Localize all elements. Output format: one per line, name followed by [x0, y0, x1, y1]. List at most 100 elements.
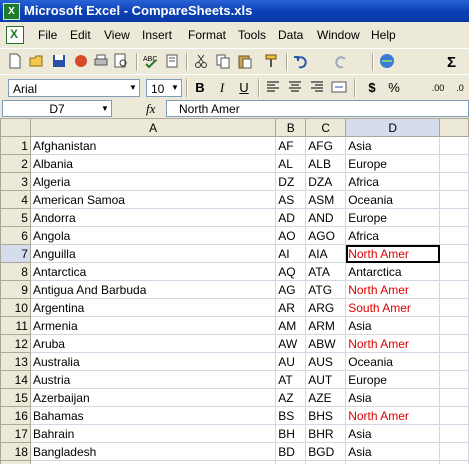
cell-iso3[interactable]: AUS: [305, 352, 347, 371]
cell-country[interactable]: Afghanistan: [29, 136, 277, 155]
underline-button[interactable]: U: [234, 79, 254, 97]
cell-continent[interactable]: Asia: [345, 136, 441, 155]
cell-iso2[interactable]: BB: [275, 460, 307, 464]
menu-data[interactable]: Data: [278, 28, 303, 42]
cell-iso2[interactable]: AZ: [275, 388, 307, 407]
save-icon[interactable]: [50, 52, 68, 70]
menu-help[interactable]: Help: [371, 28, 396, 42]
cell-country[interactable]: Antarctica: [29, 262, 277, 281]
cell-iso3[interactable]: BHR: [305, 424, 347, 443]
row-header[interactable]: 19: [0, 460, 31, 464]
column-header-a[interactable]: A: [29, 118, 277, 137]
menu-insert[interactable]: Insert: [142, 28, 172, 42]
cell-continent[interactable]: Europe: [345, 370, 441, 389]
chevron-down-icon[interactable]: ▼: [99, 101, 111, 117]
cell-iso2[interactable]: AW: [275, 334, 307, 353]
print-icon[interactable]: [92, 52, 110, 70]
align-center-icon[interactable]: [286, 78, 304, 96]
cell-iso3[interactable]: BGD: [305, 442, 347, 461]
cell-iso3[interactable]: ABW: [305, 334, 347, 353]
row-header[interactable]: 14: [0, 370, 31, 389]
active-cell[interactable]: North Amer: [345, 244, 441, 263]
row-header[interactable]: 11: [0, 316, 31, 335]
cell-country[interactable]: Algeria: [29, 172, 277, 191]
chevron-down-icon[interactable]: ▼: [169, 80, 181, 96]
cell-iso2[interactable]: AU: [275, 352, 307, 371]
column-header-blank[interactable]: [439, 118, 469, 137]
cell-continent[interactable]: Africa: [345, 226, 441, 245]
cell-iso3[interactable]: AFG: [305, 136, 347, 155]
cell-iso3[interactable]: ARG: [305, 298, 347, 317]
cell-continent[interactable]: Oceania: [345, 190, 441, 209]
menu-file[interactable]: File: [38, 28, 57, 42]
cell-continent[interactable]: North Amer: [345, 280, 441, 299]
cell-iso3[interactable]: ASM: [305, 190, 347, 209]
row-header[interactable]: 10: [0, 298, 31, 317]
cell-empty[interactable]: [439, 298, 469, 317]
permission-icon[interactable]: [72, 52, 90, 70]
cell-iso3[interactable]: AUT: [305, 370, 347, 389]
open-icon[interactable]: [28, 52, 46, 70]
cell-empty[interactable]: [439, 352, 469, 371]
row-header[interactable]: 9: [0, 280, 31, 299]
increase-decimal-button[interactable]: .00: [428, 79, 448, 97]
cell-empty[interactable]: [439, 190, 469, 209]
cell-country[interactable]: Bahrain: [29, 424, 277, 443]
autosum-icon[interactable]: Σ: [444, 52, 462, 70]
name-box[interactable]: D7 ▼: [2, 100, 112, 117]
merge-center-icon[interactable]: [330, 78, 348, 96]
align-left-icon[interactable]: [264, 78, 282, 96]
cell-empty[interactable]: [439, 244, 469, 263]
cell-iso2[interactable]: AI: [275, 244, 307, 263]
cell-iso2[interactable]: AG: [275, 280, 307, 299]
align-right-icon[interactable]: [308, 78, 326, 96]
undo-icon[interactable]: [292, 52, 310, 70]
row-header[interactable]: 5: [0, 208, 31, 227]
cell-country[interactable]: Azerbaijan: [29, 388, 277, 407]
redo-icon[interactable]: [332, 52, 350, 70]
cell-iso2[interactable]: AF: [275, 136, 307, 155]
row-header[interactable]: 13: [0, 352, 31, 371]
cell-iso2[interactable]: AT: [275, 370, 307, 389]
menu-view[interactable]: View: [104, 28, 130, 42]
cell-continent[interactable]: Asia: [345, 424, 441, 443]
cell-iso3[interactable]: ALB: [305, 154, 347, 173]
row-header[interactable]: 3: [0, 172, 31, 191]
cell-iso2[interactable]: BD: [275, 442, 307, 461]
cell-country[interactable]: Albania: [29, 154, 277, 173]
cell-iso3[interactable]: AZE: [305, 388, 347, 407]
cell-empty[interactable]: [439, 460, 469, 464]
cell-empty[interactable]: [439, 316, 469, 335]
cell-country[interactable]: Antigua And Barbuda: [29, 280, 277, 299]
cell-continent[interactable]: North Amer: [345, 406, 441, 425]
cell-continent[interactable]: Asia: [345, 442, 441, 461]
cell-continent[interactable]: Antarctica: [345, 262, 441, 281]
row-header[interactable]: 8: [0, 262, 31, 281]
cell-continent[interactable]: North Amer: [345, 460, 441, 464]
menu-edit[interactable]: Edit: [70, 28, 91, 42]
cell-iso3[interactable]: AGO: [305, 226, 347, 245]
copy-icon[interactable]: [214, 52, 232, 70]
row-header[interactable]: 12: [0, 334, 31, 353]
cell-continent[interactable]: Asia: [345, 316, 441, 335]
cell-continent[interactable]: Oceania: [345, 352, 441, 371]
row-header[interactable]: 2: [0, 154, 31, 173]
cell-iso3[interactable]: ARM: [305, 316, 347, 335]
font-name-select[interactable]: Arial ▼: [8, 79, 140, 97]
italic-button[interactable]: I: [212, 79, 232, 97]
cell-empty[interactable]: [439, 262, 469, 281]
row-header[interactable]: 17: [0, 424, 31, 443]
cell-country[interactable]: Bangladesh: [29, 442, 277, 461]
cell-iso2[interactable]: AL: [275, 154, 307, 173]
cell-continent[interactable]: South Amer: [345, 298, 441, 317]
cell-iso2[interactable]: BS: [275, 406, 307, 425]
cell-iso2[interactable]: AQ: [275, 262, 307, 281]
paste-icon[interactable]: [236, 52, 254, 70]
bold-button[interactable]: B: [190, 79, 210, 97]
spelling-icon[interactable]: ABC: [142, 52, 160, 70]
insert-function-icon[interactable]: fx: [146, 101, 155, 117]
research-icon[interactable]: [164, 52, 182, 70]
cell-empty[interactable]: [439, 172, 469, 191]
cell-country[interactable]: Austria: [29, 370, 277, 389]
cell-country[interactable]: Barbados: [29, 460, 277, 464]
